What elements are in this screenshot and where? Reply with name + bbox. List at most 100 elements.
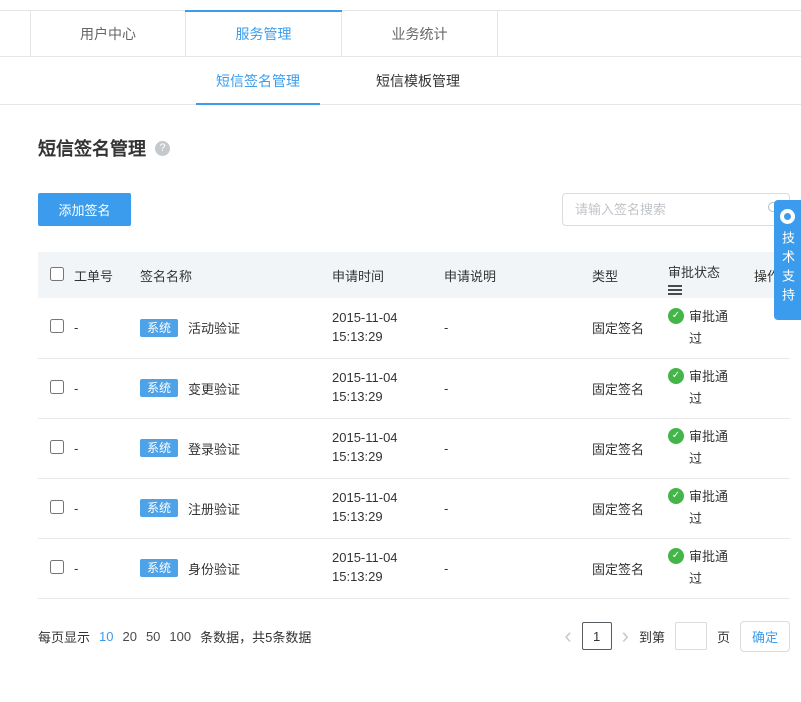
status-text: 审批通过 xyxy=(689,548,729,586)
row-checkbox[interactable] xyxy=(50,559,64,574)
row-checkbox[interactable] xyxy=(50,319,64,334)
goto-page-input[interactable] xyxy=(674,622,707,650)
row-checkbox[interactable] xyxy=(50,379,64,394)
current-page-button[interactable]: 1 xyxy=(581,622,612,650)
check-circle-icon: ✓ xyxy=(668,307,684,324)
page-unit-label: 页 xyxy=(716,629,730,645)
signature-table: 工单号 签名名称 申请时间 申请说明 类型 审批状态 操作 - 系统 活动验证 … xyxy=(38,252,790,599)
system-badge: 系统 xyxy=(140,379,179,397)
signature-name-cell: 系统 登录验证 xyxy=(140,418,332,479)
confirm-button[interactable]: 确定 xyxy=(740,620,790,652)
apply-time-cell: 2015-11-04 15:13:29 xyxy=(332,418,444,479)
header-apply-desc: 申请说明 xyxy=(444,252,592,298)
row-checkbox[interactable] xyxy=(50,439,64,454)
status-text: 审批通过 xyxy=(689,428,729,466)
signature-name: 活动验证 xyxy=(188,321,241,337)
system-badge: 系统 xyxy=(140,499,179,517)
next-page-icon[interactable]: › xyxy=(622,625,629,647)
header-signature-name: 签名名称 xyxy=(140,252,332,298)
type-cell: 固定签名 xyxy=(592,478,668,539)
signature-name-cell: 系统 变更验证 xyxy=(140,358,332,419)
action-cell xyxy=(754,358,790,419)
signature-name: 注册验证 xyxy=(188,501,241,517)
per-page-label: 每页显示 xyxy=(38,629,91,645)
apply-time-cell: 2015-11-04 15:13:29 xyxy=(332,298,444,359)
search-box xyxy=(562,193,790,226)
check-circle-icon: ✓ xyxy=(668,547,684,564)
apply-time-cell: 2015-11-04 15:13:29 xyxy=(332,538,444,599)
order-no-cell: - xyxy=(74,538,140,599)
tab-business-statistics[interactable]: 业务统计 xyxy=(342,11,498,56)
select-all-checkbox[interactable] xyxy=(50,266,64,281)
support-icon xyxy=(780,209,795,224)
system-badge: 系统 xyxy=(140,318,179,337)
header-approval-status: 审批状态 xyxy=(668,252,754,298)
table-row: - 系统 注册验证 2015-11-04 15:13:29 - 固定签名 ✓ 审… xyxy=(38,478,790,539)
support-tab[interactable]: 技术支持 xyxy=(774,200,801,320)
type-cell: 固定签名 xyxy=(592,418,668,479)
prev-page-icon[interactable]: ‹ xyxy=(564,625,571,647)
page-size-option[interactable]: 50 xyxy=(146,629,160,644)
header-order-no: 工单号 xyxy=(74,252,140,298)
table-row: - 系统 活动验证 2015-11-04 15:13:29 - 固定签名 ✓ 审… xyxy=(38,298,790,359)
pager: ‹ 1 › 到第 页 确定 xyxy=(564,620,790,652)
apply-desc-cell: - xyxy=(444,478,592,539)
apply-desc-cell: - xyxy=(444,418,592,479)
signature-name: 身份验证 xyxy=(188,561,241,577)
page-size-option[interactable]: 20 xyxy=(122,629,136,644)
row-checkbox[interactable] xyxy=(50,499,64,514)
header-apply-time: 申请时间 xyxy=(332,252,444,298)
page-size-area: 每页显示 10 20 50 100 条数据，共5条数据 xyxy=(38,627,311,646)
signature-name-cell: 系统 注册验证 xyxy=(140,478,332,539)
table-row: - 系统 登录验证 2015-11-04 15:13:29 - 固定签名 ✓ 审… xyxy=(38,418,790,479)
status-cell: ✓ 审批通过 xyxy=(668,358,754,419)
status-cell: ✓ 审批通过 xyxy=(668,298,754,359)
check-circle-icon: ✓ xyxy=(668,367,684,384)
system-badge: 系统 xyxy=(140,559,179,577)
toolbar: 添加签名 xyxy=(38,193,790,226)
order-no-cell: - xyxy=(74,298,140,359)
table-row: - 系统 身份验证 2015-11-04 15:13:29 - 固定签名 ✓ 审… xyxy=(38,538,790,599)
type-cell: 固定签名 xyxy=(592,538,668,599)
apply-desc-cell: - xyxy=(444,538,592,599)
approval-status-label: 审批状态 xyxy=(668,264,721,280)
order-no-cell: - xyxy=(74,478,140,539)
header-type: 类型 xyxy=(592,252,668,298)
signature-name-cell: 系统 活动验证 xyxy=(140,298,332,359)
add-signature-button[interactable]: 添加签名 xyxy=(38,193,131,226)
tab-sms-template-management[interactable]: 短信模板管理 xyxy=(356,57,480,104)
table-row: - 系统 变更验证 2015-11-04 15:13:29 - 固定签名 ✓ 审… xyxy=(38,358,790,419)
status-cell: ✓ 审批通过 xyxy=(668,538,754,599)
page-size-option[interactable]: 10 xyxy=(99,629,113,644)
check-circle-icon: ✓ xyxy=(668,487,684,504)
filter-icon[interactable] xyxy=(668,284,682,295)
action-cell xyxy=(754,538,790,599)
tab-service-management[interactable]: 服务管理 xyxy=(185,10,342,56)
signature-name: 变更验证 xyxy=(188,381,241,397)
type-cell: 固定签名 xyxy=(592,298,668,359)
signature-name: 登录验证 xyxy=(188,441,241,457)
support-label: 技术支持 xyxy=(780,231,795,307)
type-cell: 固定签名 xyxy=(592,358,668,419)
title-row: 短信签名管理 ? xyxy=(38,135,801,161)
tab-sms-signature-management[interactable]: 短信签名管理 xyxy=(196,57,320,105)
apply-time-cell: 2015-11-04 15:13:29 xyxy=(332,358,444,419)
table-header-row: 工单号 签名名称 申请时间 申请说明 类型 审批状态 操作 xyxy=(38,252,790,298)
check-circle-icon: ✓ xyxy=(668,427,684,444)
order-no-cell: - xyxy=(74,418,140,479)
status-cell: ✓ 审批通过 xyxy=(668,418,754,479)
search-input[interactable] xyxy=(562,193,790,226)
tab-user-center[interactable]: 用户中心 xyxy=(30,11,186,56)
help-icon[interactable]: ? xyxy=(155,140,170,156)
pagination-bar: 每页显示 10 20 50 100 条数据，共5条数据 ‹ 1 › 到第 页 确定 xyxy=(38,620,790,652)
signature-name-cell: 系统 身份验证 xyxy=(140,538,332,599)
page-size-options: 10 20 50 100 xyxy=(99,629,191,644)
action-cell xyxy=(754,418,790,479)
apply-time-cell: 2015-11-04 15:13:29 xyxy=(332,478,444,539)
status-text: 审批通过 xyxy=(689,488,729,526)
system-badge: 系统 xyxy=(140,439,179,457)
status-cell: ✓ 审批通过 xyxy=(668,478,754,539)
page-size-option[interactable]: 100 xyxy=(169,629,191,644)
goto-label: 到第 xyxy=(638,629,665,645)
data-count-label: 条数据，共5条数据 xyxy=(200,629,312,645)
